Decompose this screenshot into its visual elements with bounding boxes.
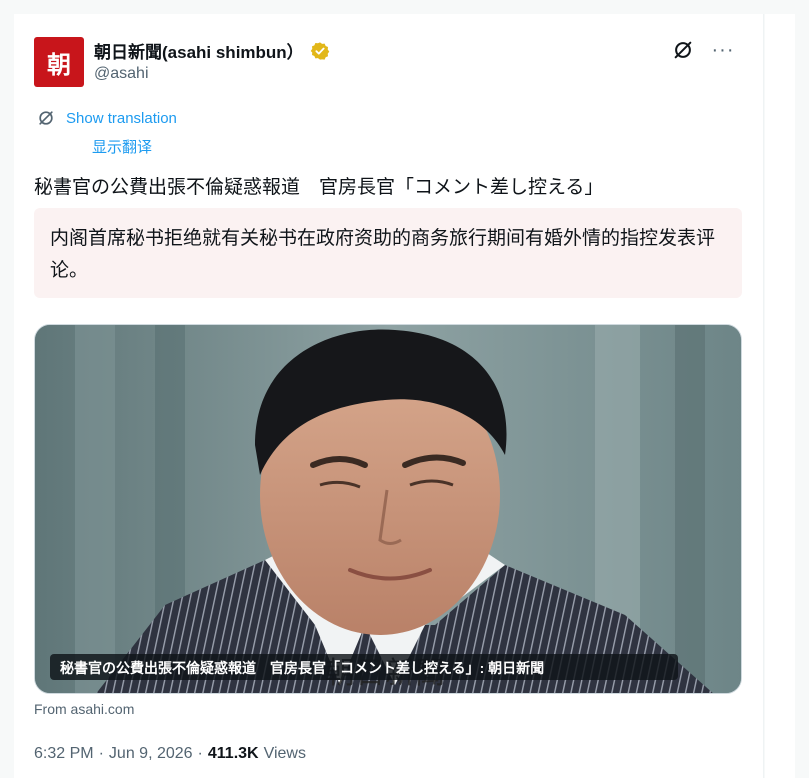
tweet-meta: 6:32 PM · Jun 9, 2026 · 411.3K Views [34,745,306,763]
right-sidebar-edge [765,14,795,778]
translate-icon [34,106,58,130]
views-count: 411.3K [207,745,259,762]
tweet-card: 朝 朝日新聞(asahi shimbun） @asahi ··· Show tr… [14,14,764,778]
link-card-title: 秘書官の公費出張不倫疑惑報道 官房長官「コメント差し控える」: 朝日新聞 [50,654,678,680]
avatar-text: 朝 [47,49,71,79]
meta-separator: · [98,745,104,762]
more-label: ··· [711,39,735,61]
link-source[interactable]: From asahi.com [34,701,134,717]
show-translation-link[interactable]: Show translation [66,110,177,127]
news-photo: 朝日新聞 [35,325,741,693]
show-translation-row: Show translation [34,106,177,130]
meta-separator: · [197,745,203,762]
tweet-header-actions: ··· [671,38,735,62]
author-handle[interactable]: @asahi [94,65,149,83]
translated-text: 内阁首席秘书拒绝就有关秘书在政府资助的商务旅行期间有婚外情的指控发表评论。 [50,228,716,281]
author-name-row: 朝日新聞(asahi shimbun） [94,38,330,63]
views-label: Views [263,745,306,762]
tweet-date[interactable]: Jun 9, 2026 [109,745,193,763]
tweet-time[interactable]: 6:32 PM [34,745,94,763]
author-display-name[interactable]: 朝日新聞(asahi shimbun） [94,38,304,63]
translated-text-box: 内阁首席秘书拒绝就有关秘书在政府资助的商务旅行期间有婚外情的指控发表评论。 [34,208,742,298]
grok-icon[interactable] [671,38,695,62]
verified-badge-icon [310,41,330,61]
link-card-image[interactable]: 朝日新聞 秘書官の公費出張不倫疑惑報道 官房長官「コメント差し控える」: 朝日新… [34,324,742,694]
more-icon[interactable]: ··· [711,38,735,62]
tweet-text: 秘書官の公費出張不倫疑惑報道 官房長官「コメント差し控える」 [34,177,604,198]
show-translation-link-zh[interactable]: 显示翻译 [92,136,152,157]
avatar[interactable]: 朝 [34,37,84,87]
